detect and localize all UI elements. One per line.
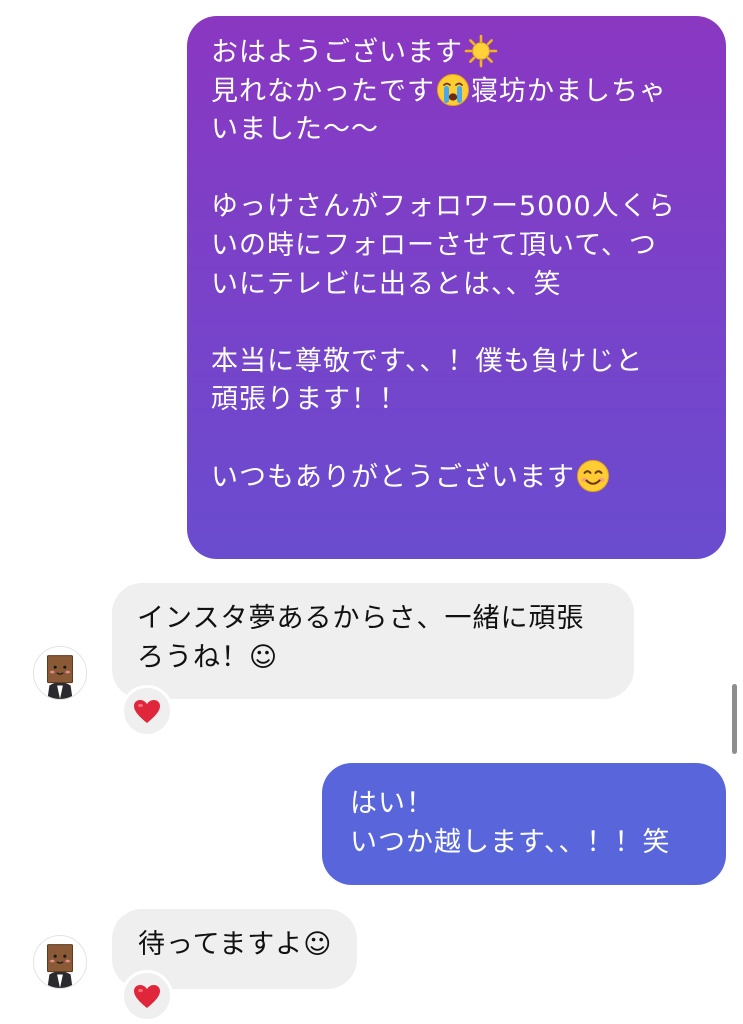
- message-line: ゆっけさんがフォロワー5000人くら: [211, 191, 676, 223]
- message-line: おはようございます: [211, 34, 716, 73]
- heart-icon: [134, 984, 160, 1008]
- outgoing-message-bubble[interactable]: おはようございます 見れなかったです 寝坊かましちゃ いました〜〜 ゆっけさんがフ…: [187, 16, 726, 559]
- smiling-face-emoji: [576, 459, 610, 493]
- heart-reaction[interactable]: [121, 685, 173, 737]
- outgoing-message-bubble[interactable]: はい！ いつか越します、、！！笑: [322, 763, 726, 885]
- message-line: 本当に尊敬です、、！僕も負けじと: [211, 345, 644, 377]
- message-line: 見れなかったです 寝坊かましちゃ: [211, 73, 716, 112]
- chat-thread: おはようございます 見れなかったです 寝坊かましちゃ いました〜〜 ゆっけさんがフ…: [0, 0, 743, 1024]
- message-line: いつか越します、、！！笑: [350, 826, 671, 858]
- incoming-message-bubble[interactable]: インスタ夢あるからさ、一緒に頑張 ろうね！☺: [112, 583, 634, 699]
- message-line: いつもありがとうございます: [211, 459, 716, 498]
- crying-face-emoji: [436, 73, 470, 107]
- message-line: [211, 150, 716, 189]
- message-line: いにテレビに出るとは、、笑: [211, 268, 562, 300]
- message-line: いました〜〜: [211, 114, 379, 146]
- message-line: インスタ夢あるからさ、一緒に頑張: [137, 603, 585, 634]
- sun-emoji: [464, 34, 498, 68]
- sender-avatar[interactable]: [33, 935, 87, 989]
- message-line: 頑張ります！！: [211, 384, 407, 416]
- heart-icon: [134, 699, 160, 723]
- message-line: [211, 304, 716, 343]
- scrollbar[interactable]: [732, 684, 737, 754]
- message-line: [211, 420, 716, 459]
- message-line: いの時にフォローさせて頂いて、つ: [211, 229, 657, 261]
- message-line: ろうね！☺: [137, 641, 279, 673]
- message-line: はい！: [350, 788, 434, 819]
- message-line: 待ってますよ☺: [138, 929, 333, 960]
- heart-reaction[interactable]: [121, 970, 173, 1022]
- sender-avatar[interactable]: [33, 646, 87, 700]
